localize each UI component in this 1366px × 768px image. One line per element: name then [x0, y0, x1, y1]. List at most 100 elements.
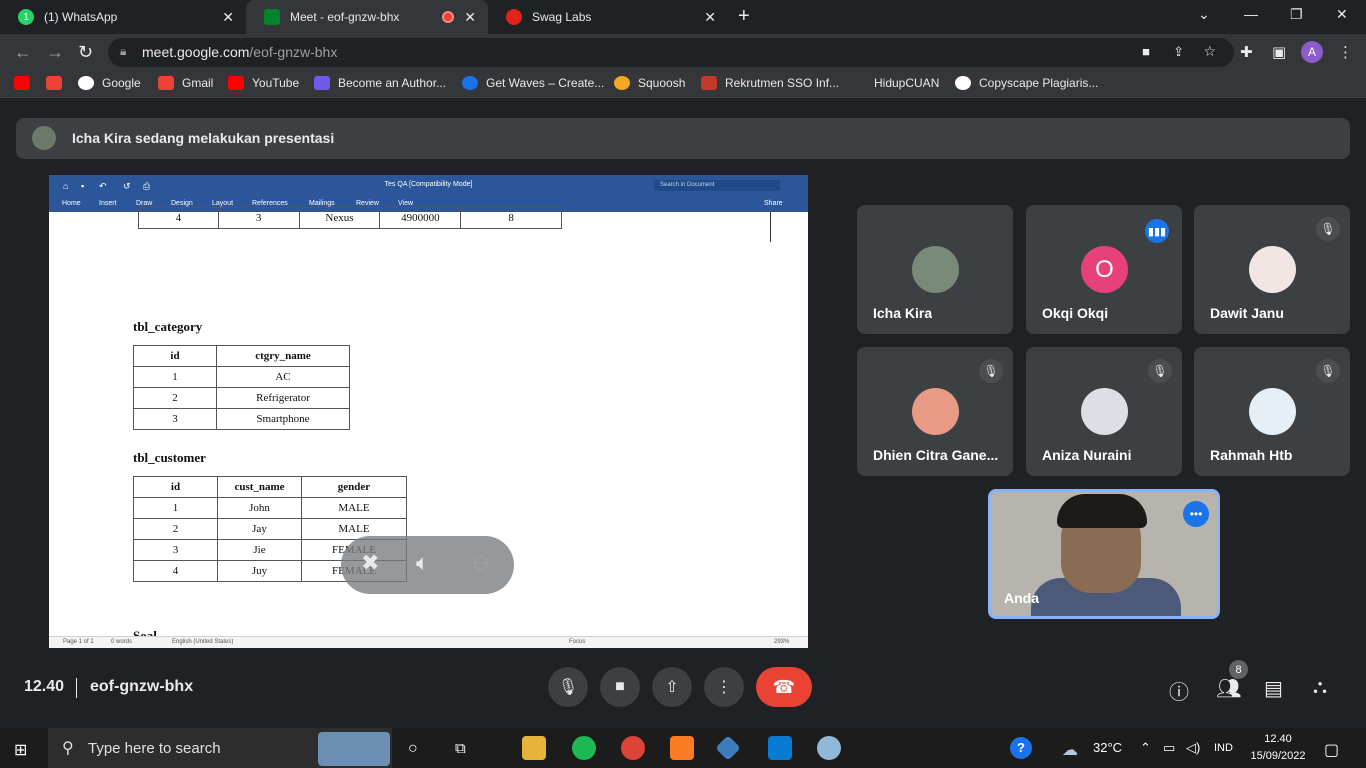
bookmark-label: Gmail: [182, 76, 214, 90]
store-bookmark-icon[interactable]: [46, 76, 70, 90]
tab-swag-labs[interactable]: Swag Labs ✕: [488, 0, 728, 34]
menu-icon[interactable]: ⋮: [1338, 43, 1353, 61]
column-header: ctgry_name: [216, 345, 350, 367]
bookmark-squoosh[interactable]: Squoosh: [614, 76, 685, 90]
activities-icon[interactable]: ⛬: [1313, 676, 1327, 699]
people-icon[interactable]: 👥︎: [1216, 676, 1241, 701]
participant-tile[interactable]: 🎙︎ Dawit Janu: [1194, 205, 1350, 334]
address-bar[interactable]: 🔒︎ meet.google.com/eof-gnzw-bhx ■ ⇪ ☆: [108, 38, 1234, 67]
star-icon[interactable]: ☆: [1203, 43, 1216, 60]
forward-icon[interactable]: →: [46, 42, 64, 63]
participant-tile[interactable]: 🎙︎ Dhien Citra Gane...: [857, 347, 1013, 476]
column-header: gender: [301, 476, 407, 498]
mic-off-icon: 🎙︎: [1316, 359, 1340, 383]
paint-icon[interactable]: [817, 736, 841, 760]
bookmark-google[interactable]: Google: [78, 76, 141, 90]
table-cell: Jay: [217, 518, 302, 540]
mic-off-icon: 🎙︎: [1316, 217, 1340, 241]
xampp-icon[interactable]: [670, 736, 694, 760]
share-icon[interactable]: ⇪: [1173, 44, 1184, 60]
profile-avatar[interactable]: A: [1301, 41, 1323, 63]
minimize-icon[interactable]: —: [1244, 6, 1258, 22]
divider: [76, 678, 77, 698]
status-zoom: 293%: [774, 639, 790, 645]
bookmark-label: Copyscape Plagiaris...: [979, 76, 1099, 90]
column-header: id: [133, 476, 218, 498]
status-page: Page 1 of 1: [63, 639, 94, 645]
microphone-button[interactable]: 🎙︎: [548, 667, 588, 707]
info-icon[interactable]: ⓘ: [1169, 676, 1189, 705]
table-cell: AC: [216, 366, 350, 388]
participant-tile[interactable]: 🎙︎ Rahmah Htb: [1194, 347, 1350, 476]
tab-label: Meet - eof-gnzw-bhx: [290, 10, 400, 24]
self-video-hair: [1057, 494, 1147, 528]
bookmarks-bar: Google Gmail YouTube Become an Author...…: [0, 71, 1366, 98]
language-indicator[interactable]: IND: [1214, 742, 1233, 754]
help-icon[interactable]: ?: [1010, 737, 1032, 759]
back-icon[interactable]: ←: [14, 42, 32, 63]
close-icon[interactable]: ✕: [464, 9, 476, 26]
bookmark-rekrutmen[interactable]: Rekrutmen SSO Inf...: [701, 76, 839, 90]
self-name: Anda: [1004, 590, 1039, 606]
swag-labs-icon: [506, 9, 522, 25]
volume-icon[interactable]: 🔈︎: [416, 550, 429, 576]
participant-tile[interactable]: Icha Kira: [857, 205, 1013, 334]
bookmark-gmail[interactable]: Gmail: [158, 76, 213, 90]
new-tab-icon[interactable]: +: [738, 5, 750, 28]
sidebar-icon[interactable]: ▣: [1272, 43, 1286, 61]
pin-off-icon[interactable]: ✖: [361, 550, 379, 576]
avatar: [912, 388, 959, 435]
file-explorer-icon[interactable]: [522, 736, 546, 760]
table-header-row: id ctgry_name: [133, 345, 350, 367]
participant-tile[interactable]: 🎙︎ Aniza Nuraini: [1026, 347, 1182, 476]
cortana-icon[interactable]: ○: [408, 740, 418, 758]
camera-icon[interactable]: ■: [1142, 44, 1150, 59]
taskbar-search[interactable]: ⚲ Type here to search: [48, 728, 392, 768]
youtube-bookmark-icon[interactable]: [14, 76, 38, 90]
tab-meet[interactable]: Meet - eof-gnzw-bhx ✕: [246, 0, 488, 34]
reload-icon[interactable]: ↻: [78, 42, 93, 63]
clock[interactable]: 12.40 15/09/2022: [1248, 731, 1308, 765]
remove-icon[interactable]: ⊖: [471, 550, 489, 576]
chevron-down-icon[interactable]: ⌄: [1198, 6, 1210, 23]
task-view-icon[interactable]: ⧉: [455, 740, 466, 757]
volume-icon[interactable]: ◁): [1186, 740, 1200, 756]
word-menu-design: Design: [171, 200, 193, 207]
maximize-icon[interactable]: ❐: [1290, 6, 1303, 23]
microphone-icon: 🎙︎: [557, 679, 579, 696]
temperature[interactable]: 32°C: [1093, 740, 1122, 755]
meet-icon: [264, 9, 280, 25]
chevron-up-icon[interactable]: ⌃: [1140, 740, 1151, 756]
chat-icon[interactable]: ▤: [1264, 676, 1283, 701]
more-options-button[interactable]: ⋮: [704, 667, 744, 707]
close-icon[interactable]: ✕: [704, 9, 716, 26]
bookmark-become-author[interactable]: Become an Author...: [314, 76, 446, 90]
close-icon[interactable]: ✕: [222, 9, 234, 26]
more-vert-icon: ⋮: [716, 679, 732, 696]
bookmark-youtube[interactable]: YouTube: [228, 76, 299, 90]
table-row: 2 Refrigerator: [133, 387, 350, 409]
extensions-icon[interactable]: ✚: [1240, 43, 1253, 61]
windows-start-icon[interactable]: ⊞: [14, 740, 27, 760]
close-window-icon[interactable]: ✕: [1336, 6, 1348, 23]
present-button[interactable]: ⇧: [652, 667, 692, 707]
end-call-button[interactable]: ☎︎: [756, 667, 812, 707]
more-options-icon[interactable]: •••: [1183, 501, 1209, 527]
word-menu-insert: Insert: [99, 200, 117, 207]
spotify-icon[interactable]: [572, 736, 596, 760]
bookmark-hidupcuan[interactable]: HidupCUAN: [874, 76, 939, 90]
word-share: Share: [764, 200, 783, 207]
table-cell: 4: [133, 560, 218, 582]
participant-tile[interactable]: O ▮▮▮ Okqi Okqi: [1026, 205, 1182, 334]
self-video-tile[interactable]: ••• Anda: [988, 489, 1220, 619]
vscode-icon[interactable]: [768, 736, 792, 760]
git-app-icon[interactable]: [715, 735, 741, 761]
bookmark-copyscape[interactable]: Copyscape Plagiaris...: [955, 76, 1098, 90]
camera-button[interactable]: ■: [600, 667, 640, 707]
bookmark-get-waves[interactable]: Get Waves – Create...: [462, 76, 604, 90]
notifications-icon[interactable]: ▢: [1324, 740, 1339, 760]
tab-whatsapp[interactable]: 1 (1) WhatsApp ✕: [0, 0, 246, 34]
weather-icon[interactable]: ☁︎: [1062, 740, 1078, 760]
chrome-icon[interactable]: [621, 736, 645, 760]
network-icon[interactable]: ▭: [1163, 740, 1175, 756]
